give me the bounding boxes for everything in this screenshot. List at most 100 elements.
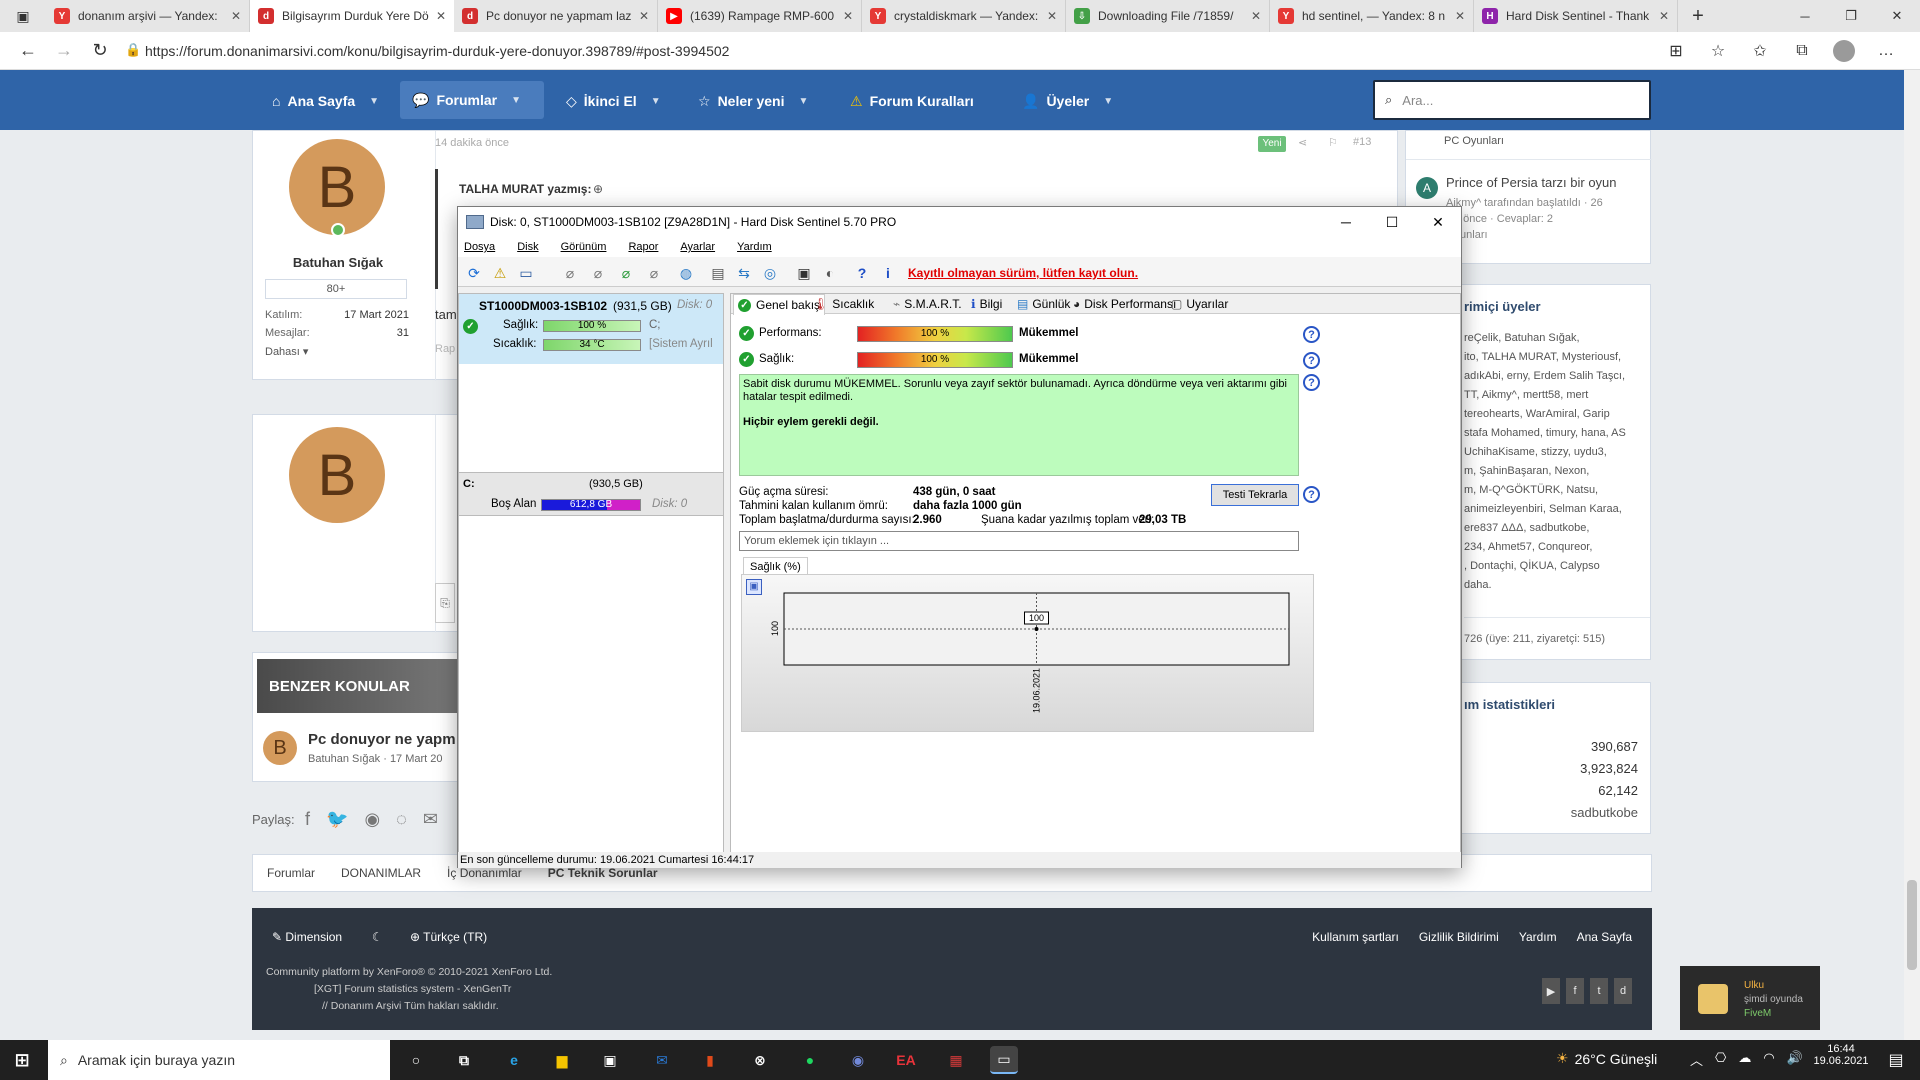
- menu-report[interactable]: Rapor: [628, 241, 658, 253]
- nav-forums[interactable]: 💬 Forumlar ▼: [400, 81, 544, 119]
- help-icon[interactable]: ?: [850, 261, 874, 285]
- browser-tab[interactable]: H Hard Disk Sentinel - Thank ✕: [1474, 0, 1678, 32]
- facebook-icon[interactable]: f: [305, 809, 310, 830]
- close-icon[interactable]: ✕: [1415, 207, 1461, 237]
- youtube-icon[interactable]: ▶: [1542, 978, 1560, 1004]
- online-members-line[interactable]: daha.: [1464, 576, 1650, 595]
- disk-test-icon[interactable]: ⌀: [558, 261, 582, 285]
- online-members-line[interactable]: ere837 ΔΔΔ, sadbutkobe,: [1464, 519, 1650, 538]
- online-members-line[interactable]: m, ŞahinBaşaran, Nexon,: [1464, 462, 1650, 481]
- thread-title[interactable]: Prince of Persia tarzı bir oyun: [1446, 175, 1617, 190]
- online-members-line[interactable]: reÇelik, Batuhan Sığak,: [1464, 329, 1650, 348]
- author-name[interactable]: Batuhan Sığak: [253, 255, 423, 270]
- browser-tab[interactable]: Ycrystaldiskmark — Yandex: ✕: [862, 0, 1066, 32]
- online-members-line[interactable]: m, M-Q^GÖKTÜRK, Natsu,: [1464, 481, 1650, 500]
- footer-link[interactable]: Gizlilik Bildirimi: [1419, 930, 1499, 944]
- footer-link[interactable]: Ana Sayfa: [1577, 930, 1632, 944]
- help-icon[interactable]: ?: [1303, 486, 1320, 503]
- online-members-line[interactable]: , Dontaçhi, QİKUA, Calypso: [1464, 557, 1650, 576]
- online-members-line[interactable]: 234, Ahmet57, Conqureor,: [1464, 538, 1650, 557]
- start-icon[interactable]: ⊞: [8, 1046, 36, 1074]
- thread-forum[interactable]: PC Oyunları: [1444, 135, 1504, 147]
- disk-write-icon[interactable]: ⌀: [586, 261, 610, 285]
- volume-icon[interactable]: 🔊: [1787, 1050, 1803, 1069]
- bookmark-icon[interactable]: ⚐: [1328, 136, 1338, 149]
- quote-author[interactable]: TALHA MURAT yazmış:: [459, 182, 591, 196]
- url-field[interactable]: https://forum.donanimarsivi.com/konu/bil…: [145, 32, 729, 70]
- cortana-icon[interactable]: ○: [402, 1046, 430, 1074]
- tab-alerts[interactable]: ▢ Uyarılar: [1167, 294, 1232, 314]
- online-members-line[interactable]: TT, Aikmy^, mertt58, mert: [1464, 386, 1650, 405]
- reddit-icon[interactable]: ◉: [364, 809, 380, 830]
- cloud-icon[interactable]: ☁: [1738, 1050, 1751, 1069]
- tab-temperature[interactable]: 🌡 Sıcaklık: [809, 294, 878, 314]
- maximize-icon[interactable]: ☐: [1369, 207, 1415, 237]
- style-chooser[interactable]: ✎ Dimension: [272, 930, 342, 944]
- ea-icon[interactable]: EA: [892, 1046, 920, 1074]
- menu-settings[interactable]: Ayarlar: [680, 241, 715, 253]
- register-link[interactable]: Kayıtlı olmayan sürüm, lütfen kayıt olun…: [908, 266, 1138, 280]
- winrar-icon[interactable]: ▦: [942, 1046, 970, 1074]
- help-icon[interactable]: ?: [1303, 352, 1320, 369]
- help-icon[interactable]: ?: [1303, 374, 1320, 391]
- forward-icon[interactable]: →: [46, 35, 82, 67]
- tab-smart[interactable]: ⌁ S.M.A.R.T.: [889, 294, 966, 314]
- page-scrollbar-thumb[interactable]: [1907, 880, 1917, 970]
- post-time[interactable]: 14 dakika önce: [435, 137, 509, 149]
- close-tab-icon[interactable]: ✕: [843, 9, 853, 23]
- more-toggle[interactable]: Dahası ▾: [265, 345, 308, 358]
- avatar[interactable]: B: [289, 139, 385, 235]
- online-members-line[interactable]: UchihaKisame, stizzy, uydu3,: [1464, 443, 1650, 462]
- chevron-down-icon[interactable]: ▼: [1103, 96, 1113, 107]
- chevron-down-icon[interactable]: ▼: [799, 96, 809, 107]
- close-tab-icon[interactable]: ✕: [1251, 9, 1261, 23]
- menu-file[interactable]: Dosya: [464, 241, 495, 253]
- lock-icon[interactable]: 🔒: [125, 42, 141, 58]
- quote-arrow-icon[interactable]: ⊕: [593, 182, 603, 196]
- clock[interactable]: 16:44 19.06.2021: [1806, 1043, 1876, 1067]
- chevron-down-icon[interactable]: ▼: [651, 96, 661, 107]
- xbox-icon[interactable]: ⊗: [746, 1046, 774, 1074]
- discord-icon[interactable]: d: [1614, 978, 1632, 1004]
- help-icon[interactable]: ?: [1303, 326, 1320, 343]
- twitter-icon[interactable]: t: [1590, 978, 1608, 1004]
- tab-actions-icon[interactable]: ▣: [0, 0, 46, 32]
- browser-tab[interactable]: d Bilgisayrım Durduk Yere Dö ✕: [250, 0, 454, 32]
- nav-whats-new[interactable]: ☆ Neler yeni ▼: [698, 85, 808, 117]
- footer-link[interactable]: Kullanım şartları: [1312, 930, 1399, 944]
- reply-link[interactable]: Rap: [435, 343, 455, 355]
- info-icon[interactable]: i: [876, 261, 900, 285]
- new-tab-button[interactable]: +: [1678, 5, 1718, 28]
- close-tab-icon[interactable]: ✕: [231, 9, 241, 23]
- close-tab-icon[interactable]: ✕: [1659, 9, 1669, 23]
- hds-titlebar[interactable]: Disk: 0, ST1000DM003-1SB102 [Z9A28D1N] -…: [458, 207, 1461, 237]
- whatsapp-icon[interactable]: ◌: [396, 809, 407, 830]
- tab-disk-performance[interactable]: ◕ Disk Performansı: [1069, 294, 1180, 314]
- nav-forum-rules[interactable]: ⚠ Forum Kuralları: [850, 85, 974, 117]
- menu-view[interactable]: Görünüm: [561, 241, 607, 253]
- report-icon[interactable]: ▤: [706, 261, 730, 285]
- online-members-line[interactable]: adıkAbi, erny, Erdem Salih Taşcı,: [1464, 367, 1650, 386]
- wifi-icon[interactable]: ◠: [1763, 1050, 1774, 1069]
- moon-icon[interactable]: ☾: [372, 930, 383, 944]
- close-tab-icon[interactable]: ✕: [1455, 9, 1465, 23]
- attach-icon[interactable]: ⎘: [435, 583, 455, 623]
- tab-log[interactable]: ▤ Günlük: [1013, 294, 1074, 314]
- close-tab-icon[interactable]: ✕: [639, 9, 649, 23]
- chevron-down-icon[interactable]: ▼: [369, 96, 379, 107]
- tray-chevron-icon[interactable]: ︿: [1690, 1050, 1703, 1069]
- browser-tab[interactable]: ⇩ Downloading File /71859/ ✕: [1066, 0, 1270, 32]
- spotify-icon[interactable]: ●: [796, 1046, 824, 1074]
- browser-tab[interactable]: Ydonanım arşivi — Yandex: ✕: [46, 0, 250, 32]
- task-view-icon[interactable]: ⧉: [450, 1046, 478, 1074]
- share-icon[interactable]: ⋖: [1298, 136, 1307, 149]
- restore-icon[interactable]: ❐: [1828, 0, 1874, 32]
- office-icon[interactable]: ▮: [696, 1046, 724, 1074]
- health-chart-tab[interactable]: Sağlık (%): [743, 557, 808, 575]
- minimize-icon[interactable]: ─: [1782, 0, 1828, 32]
- favorites-icon[interactable]: ✩: [1746, 41, 1774, 61]
- app-available-icon[interactable]: ⊞: [1662, 41, 1690, 61]
- meet-icon[interactable]: ⎔: [1715, 1050, 1726, 1069]
- close-icon[interactable]: ✕: [1874, 0, 1920, 32]
- nav-second-hand[interactable]: ◇ İkinci El ▼: [566, 85, 661, 117]
